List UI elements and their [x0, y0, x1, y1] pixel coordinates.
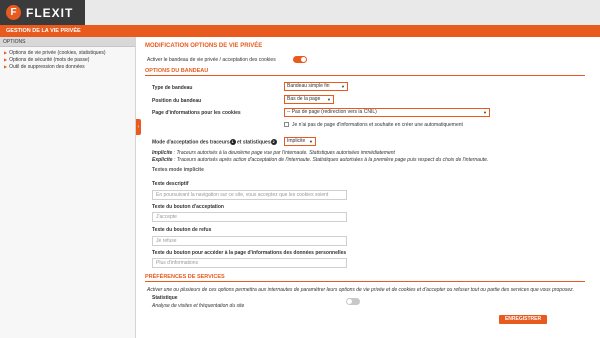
- sidebar-header: OPTIONS: [0, 37, 135, 47]
- chevron-down-icon: ▼: [341, 84, 345, 89]
- personal-data-btn-input[interactable]: Plus d'informations: [152, 258, 347, 268]
- flexit-logo-icon: F: [6, 5, 21, 20]
- implicit-texts-title: Textes mode implicite: [152, 167, 204, 173]
- banner-type-select[interactable]: Bandeau simple fin ▼: [284, 82, 348, 91]
- top-bar: F FLEXIT: [0, 0, 600, 25]
- activate-banner-label: Activer le bandeau de vie privée / accep…: [147, 57, 276, 63]
- activate-banner-toggle[interactable]: [293, 56, 307, 63]
- sidebar-item-data-deletion[interactable]: ▶ Outil de suppression des données: [0, 63, 135, 70]
- info-page-select[interactable]: -- Pas de page (redirection vers la CNIL…: [284, 108, 490, 117]
- no-info-page-checkbox[interactable]: [284, 122, 289, 127]
- banner-position-select[interactable]: Bas de la page ▼: [284, 95, 334, 104]
- sidebar-item-privacy-options[interactable]: ▶ Options de vie privée (cookies, statis…: [0, 49, 135, 56]
- triangle-right-icon: ▶: [4, 57, 8, 62]
- stats-label: Statistique: [152, 295, 178, 301]
- accept-mode-select[interactable]: Implicite ▼: [284, 137, 316, 146]
- chevron-down-icon: ▼: [327, 97, 331, 102]
- accept-btn-input[interactable]: J'accepte: [152, 212, 347, 222]
- desc-text-input[interactable]: En poursuivant la navigation sur ce site…: [152, 190, 347, 200]
- sidebar-item-security-options[interactable]: ▶ Options de sécurité (mots de passe): [0, 56, 135, 63]
- refuse-btn-label: Texte du bouton de refus: [152, 227, 212, 233]
- app-logo[interactable]: F FLEXIT: [0, 0, 85, 25]
- main-content: MODIFICATION OPTIONS DE VIE PRIVÉE Activ…: [143, 37, 585, 338]
- section-title: MODIFICATION OPTIONS DE VIE PRIVÉE: [145, 43, 263, 49]
- explicit-description: Explicite : Traceurs autorisés après act…: [152, 157, 489, 163]
- chevron-down-icon: ▼: [483, 110, 487, 115]
- accept-btn-label: Texte du bouton d'acceptation: [152, 204, 224, 210]
- refuse-btn-input[interactable]: Je refuse: [152, 236, 347, 246]
- triangle-right-icon: ▶: [4, 50, 8, 55]
- accept-mode-label: Mode d'acceptation des traceurs 1 et stat…: [152, 139, 277, 146]
- banner-options-title: OPTIONS DU BANDEAU: [145, 68, 585, 76]
- save-button[interactable]: ENREGISTRER: [499, 315, 547, 324]
- no-info-page-label: Je n'ai pas de page d'informations et so…: [292, 122, 463, 128]
- info-badge-icon[interactable]: 2: [270, 139, 277, 145]
- triangle-right-icon: ▶: [4, 64, 8, 69]
- services-title: PRÉFÉRENCES DE SERVICES: [145, 274, 585, 282]
- info-page-label: Page d'informations pour les cookies: [152, 110, 241, 116]
- app-name: FLEXIT: [26, 5, 74, 20]
- page-title: GESTION DE LA VIE PRIVÉE: [0, 25, 600, 37]
- desc-text-label: Texte descriptif: [152, 181, 189, 187]
- sidebar-collapse-toggle[interactable]: ‹: [136, 119, 141, 135]
- stats-toggle[interactable]: [346, 298, 360, 305]
- sidebar: OPTIONS ▶ Options de vie privée (cookies…: [0, 37, 136, 338]
- personal-data-btn-label: Texte du bouton pour accéder à la page d…: [152, 250, 347, 256]
- banner-type-label: Type de bandeau: [152, 85, 193, 91]
- banner-position-label: Position du bandeau: [152, 98, 202, 104]
- services-description: Activer une ou plusieurs de ces options …: [147, 287, 575, 293]
- stats-description: Analyse de visites et fréquentation du s…: [152, 303, 245, 309]
- implicit-description: Implicite : Traceurs autorisés à la deux…: [152, 150, 395, 156]
- chevron-down-icon: ▼: [309, 139, 313, 144]
